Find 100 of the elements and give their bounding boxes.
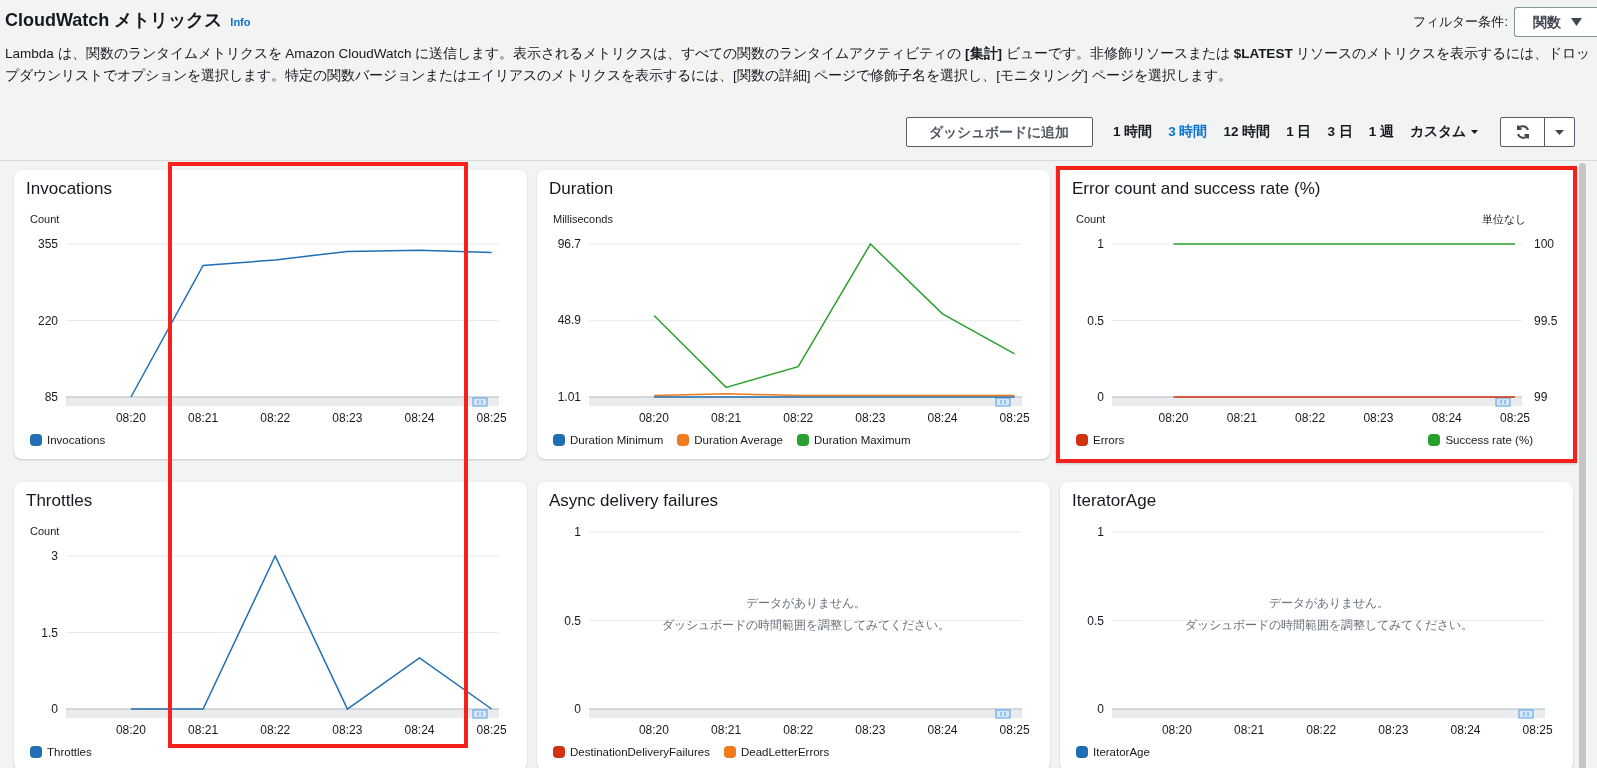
x-tick-label: 08:25 <box>476 722 507 737</box>
zoom-handle-icon[interactable] <box>1518 709 1534 718</box>
caret-down-icon <box>1555 129 1564 135</box>
x-tick-label: 08:23 <box>332 722 363 737</box>
y-tick-label: 0 <box>51 701 58 716</box>
x-tick-label: 08:21 <box>1234 722 1265 737</box>
time-range-tab[interactable]: 3 時間 <box>1160 121 1216 143</box>
x-tick-label: 08:20 <box>638 411 669 425</box>
x-tick-label: 08:21 <box>711 722 742 737</box>
y-tick-label: 3 <box>51 548 58 563</box>
refresh-icon <box>1514 124 1531 140</box>
x-tick-label: 08:22 <box>260 411 291 425</box>
x-tick-label: 08:24 <box>1431 411 1462 425</box>
x-tick-label: 08:24 <box>404 722 435 737</box>
y-tick-label: 0 <box>574 701 581 716</box>
x-tick-label: 08:20 <box>1161 722 1192 737</box>
legend-label[interactable]: Duration Maximum <box>813 432 911 448</box>
time-range-tab[interactable]: 1 日 <box>1278 121 1320 143</box>
x-tick-label: 08:20 <box>115 411 146 425</box>
axis-unit-label: Count <box>1076 213 1106 225</box>
zoom-handle-icon[interactable] <box>1495 397 1511 407</box>
no-data-message: ダッシュボードの時間範囲を調整してみてください。 <box>1184 616 1473 634</box>
y-tick-label: 1 <box>1097 237 1104 251</box>
x-tick-label: 08:25 <box>476 411 507 425</box>
x-tick-label: 08:25 <box>1500 411 1531 425</box>
page-title: CloudWatch メトリックス <box>5 9 223 32</box>
y-tick-label: 0.5 <box>1087 613 1104 627</box>
card-title: Invocations <box>25 178 113 199</box>
zoom-handle-icon[interactable] <box>995 709 1011 718</box>
y-tick-label: 48.9 <box>557 313 581 328</box>
x-tick-label: 08:23 <box>332 411 363 425</box>
card-title: Error count and success rate (%) <box>1071 178 1322 199</box>
y-tick-label: 99.5 <box>1534 313 1558 328</box>
x-tick-label: 08:22 <box>783 722 814 737</box>
axis-unit-label: Count <box>30 213 60 225</box>
y-tick-label: 0 <box>1097 390 1104 404</box>
caret-down-icon <box>1571 18 1582 26</box>
no-data-message: ダッシュボードの時間範囲を調整してみてください。 <box>661 616 950 634</box>
card-title: Duration <box>548 178 615 199</box>
no-data-message: データがありません。 <box>745 594 866 612</box>
y-tick-label: 1 <box>574 524 581 539</box>
x-tick-label: 08:21 <box>711 411 742 425</box>
x-tick-label: 08:22 <box>1295 411 1326 425</box>
legend-label[interactable]: Duration Average <box>694 432 783 448</box>
axis-unit-label: 単位なし <box>1482 213 1526 225</box>
scrollbar[interactable] <box>1579 163 1586 768</box>
x-tick-label: 08:21 <box>188 411 219 425</box>
legend-label[interactable]: Duration Minimum <box>570 432 664 448</box>
legend-label[interactable]: IteratorAge <box>1093 743 1150 760</box>
x-tick-label: 08:22 <box>783 411 814 425</box>
x-tick-label: 08:22 <box>1306 722 1337 737</box>
time-range-tab[interactable]: 1 週 <box>1360 121 1402 143</box>
axis-unit-label: Count <box>30 524 60 537</box>
zoom-handle-icon[interactable] <box>472 397 488 407</box>
legend-label[interactable]: Throttles <box>47 743 92 760</box>
custom-range-dropdown[interactable]: カスタム <box>1402 121 1486 143</box>
add-to-dashboard-button[interactable]: ダッシュボードに追加 <box>905 117 1093 147</box>
y-tick-label: 355 <box>37 237 58 251</box>
legend-label[interactable]: DeadLetterErrors <box>741 743 830 760</box>
legend-label[interactable]: Errors <box>1093 432 1125 448</box>
y-tick-label: 1.5 <box>41 625 58 639</box>
x-tick-label: 08:20 <box>1158 411 1189 425</box>
time-range-tab[interactable]: 3 日 <box>1319 121 1361 143</box>
y-tick-label: 0.5 <box>564 613 581 627</box>
zoom-handle-icon[interactable] <box>995 397 1011 407</box>
x-tick-label: 08:23 <box>855 722 886 737</box>
legend-label[interactable]: Success rate (%) <box>1445 432 1533 448</box>
x-tick-label: 08:20 <box>115 722 146 737</box>
x-tick-label: 08:25 <box>999 722 1030 737</box>
y-tick-label: 85 <box>44 390 58 404</box>
y-tick-label: 1 <box>1097 524 1104 539</box>
y-tick-label: 100 <box>1534 237 1555 251</box>
filter-select[interactable]: 関数 <box>1514 7 1597 37</box>
axis-unit-label: Milliseconds <box>553 213 613 225</box>
y-tick-label: 1.01 <box>557 390 581 404</box>
x-tick-label: 08:25 <box>1522 722 1553 737</box>
x-tick-label: 08:25 <box>999 411 1030 425</box>
card-title: Throttles <box>25 489 94 511</box>
time-range-tab[interactable]: 1 時間 <box>1104 121 1161 143</box>
legend-label[interactable]: Invocations <box>47 432 106 448</box>
zoom-handle-icon[interactable] <box>472 709 488 718</box>
x-tick-label: 08:24 <box>927 722 958 737</box>
no-data-message: データがありません。 <box>1268 594 1389 612</box>
y-tick-label: 99 <box>1534 390 1548 404</box>
x-tick-label: 08:22 <box>260 722 291 737</box>
x-tick-label: 08:24 <box>404 411 435 425</box>
x-tick-label: 08:21 <box>1226 411 1257 425</box>
time-range-tab[interactable]: 12 時間 <box>1215 121 1279 143</box>
description-text: Lambda は、関数のランタイムメトリクスを Amazon CloudWatch に送信します。表示されるメトリクスは、すべての関数のランタイムアクティビティの [集計] ビューです。非修飾リソースまたは $LATEST リソースのメトリクスを表示するには、ドロップダウンリストでオプションを選択します。特定の関数バージョンまたはエイリアスのメトリクスを表示するには、[関数の詳細] ページで修飾子名を選択し、[モニタリング] ページを選択します。 <box>5 45 1592 85</box>
x-tick-label: 08:24 <box>927 411 958 425</box>
info-link[interactable]: Info <box>230 14 251 31</box>
card-title: Async delivery failures <box>548 489 720 511</box>
y-tick-label: 0.5 <box>1087 313 1104 328</box>
x-tick-label: 08:20 <box>638 722 669 737</box>
x-tick-label: 08:23 <box>1378 722 1409 737</box>
filter-label: フィルター条件: <box>1413 13 1508 32</box>
y-tick-label: 0 <box>1097 701 1104 716</box>
legend-label[interactable]: DestinationDeliveryFailures <box>570 743 710 760</box>
x-tick-label: 08:23 <box>1363 411 1394 425</box>
caret-down-icon <box>1471 130 1478 134</box>
